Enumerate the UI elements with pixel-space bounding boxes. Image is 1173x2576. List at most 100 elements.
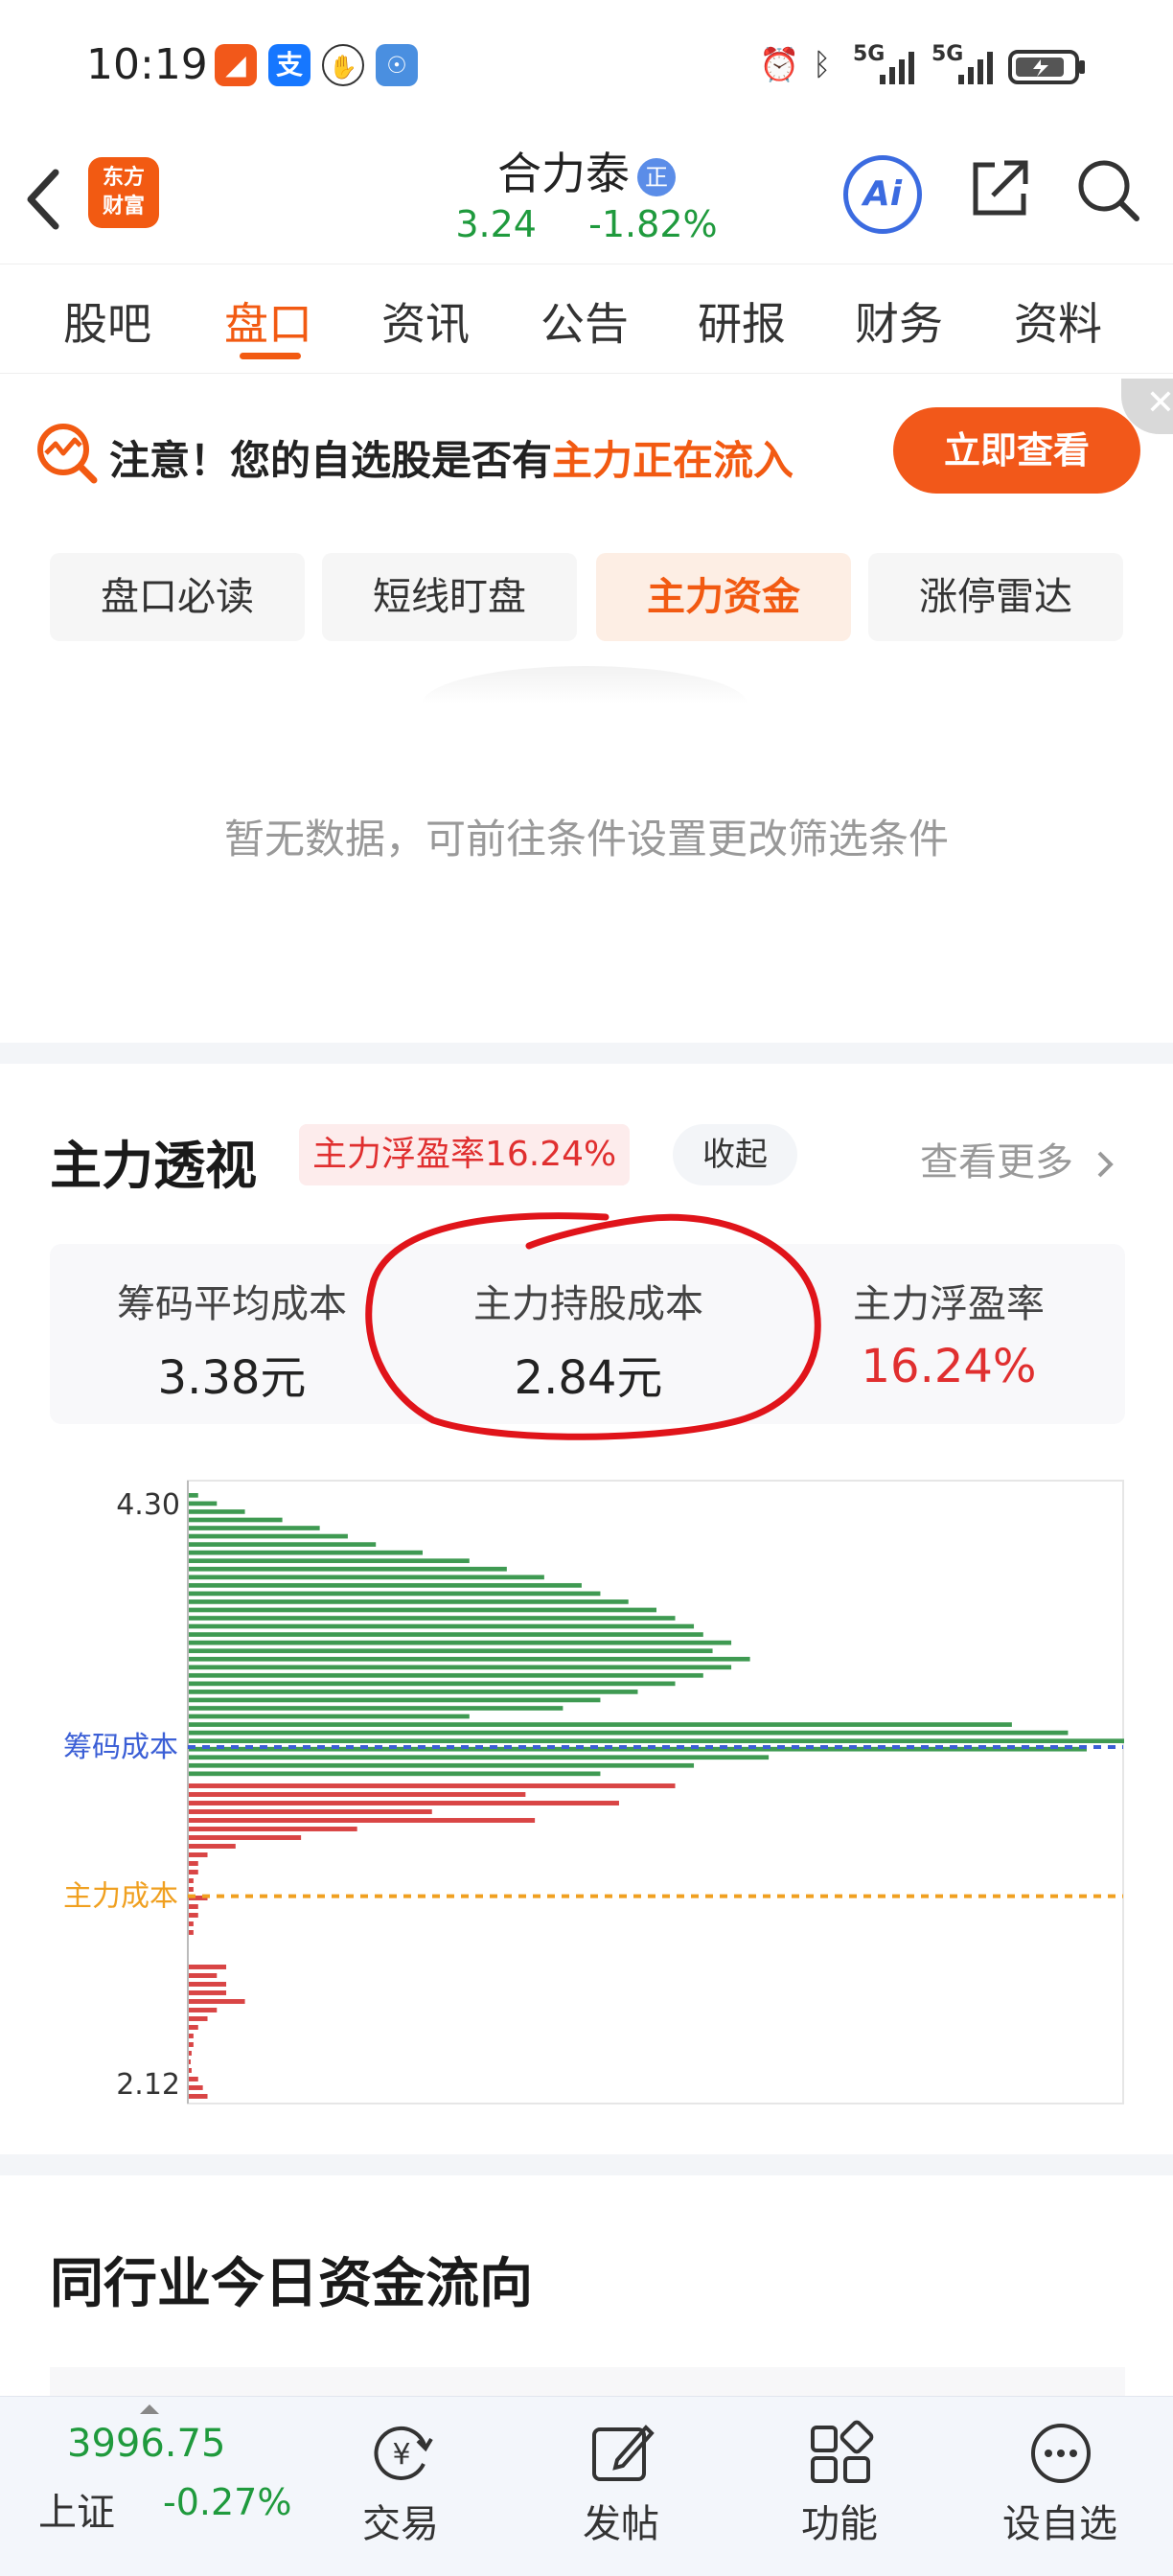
banner-text-highlight: 主力正在流入 — [552, 437, 794, 484]
hand-icon: ✋ — [322, 44, 364, 86]
red-bars-series — [189, 1783, 676, 2099]
view-more-link[interactable]: 查看更多 — [920, 1131, 1118, 1186]
alarm-icon: ⏰ — [759, 46, 800, 84]
edit-icon — [592, 2425, 655, 2481]
y-top-label: 4.30 — [116, 1488, 180, 1522]
tab-research[interactable]: 研报 — [698, 289, 786, 353]
chip-bar-red — [189, 1852, 208, 1857]
battery-icon — [1008, 50, 1085, 84]
chip-bar-red — [189, 2034, 194, 2038]
index-name: 上证 — [38, 2491, 115, 2535]
app-notification-icon: ◢ — [215, 44, 257, 86]
chip-bar-green — [189, 1591, 601, 1597]
nav-functions[interactable]: 功能 — [763, 2397, 916, 2576]
alipay-icon: 支 — [268, 44, 310, 86]
y-bottom-label: 2.12 — [116, 2068, 180, 2102]
tab-finance[interactable]: 财务 — [855, 289, 943, 353]
main-tabs: 股吧 盘口 资讯 公告 研报 财务 资料 — [0, 264, 1173, 374]
signal-2-icon — [958, 52, 993, 84]
nav-trade-label: 交易 — [362, 2502, 439, 2546]
index-widget[interactable]: 3996.75 上证 -0.27% — [0, 2397, 307, 2576]
chip-bar-green — [189, 1738, 1124, 1744]
chip-distribution-chart: 4.30 2.12 筹码成本 主力成本 — [63, 1480, 1124, 2104]
tab-active-indicator — [240, 353, 301, 359]
peer-flow-title: 同行业今日资金流向 — [50, 2253, 533, 2315]
chip-bar-red — [189, 1844, 236, 1849]
promo-banner: 注意！您的自选股是否有主力正在流入 立即查看 ✕ — [0, 379, 1173, 522]
chip-bar-green — [189, 1656, 750, 1662]
chip-bar-red — [189, 1783, 676, 1788]
subtab-short-watch[interactable]: 短线盯盘 — [322, 553, 577, 641]
main-force-title: 主力透视 — [50, 1136, 257, 1196]
tab-guba[interactable]: 股吧 — [63, 289, 151, 353]
chevron-right-icon — [1097, 1151, 1114, 1178]
nav-add-watchlist[interactable]: 设自选 — [983, 2397, 1137, 2576]
chip-bar-green — [189, 1493, 198, 1498]
status-bar: 10:19 ◢ 支 ✋ ☉ ⏰ ᛒ 5G 5G — [0, 0, 1173, 134]
chip-bar-red — [189, 1809, 432, 1814]
chip-bar-red — [189, 1861, 198, 1866]
green-bars-series — [189, 1493, 1124, 1777]
chip-bar-red — [189, 1913, 198, 1918]
bottom-nav: 3996.75 上证 -0.27% ¥ 交易 发帖 功能 设自选 — [0, 2396, 1173, 2576]
section-divider-2 — [0, 2154, 1173, 2175]
chip-bar-red — [189, 1921, 194, 1926]
chip-bar-red — [189, 2042, 194, 2047]
tab-announcements[interactable]: 公告 — [540, 289, 629, 353]
ai-button[interactable]: Ai — [843, 155, 922, 234]
nav-post[interactable]: 发帖 — [544, 2397, 698, 2576]
tab-profile[interactable]: 资料 — [1014, 289, 1102, 353]
chip-bar-red — [189, 1887, 194, 1892]
chip-bar-green — [189, 1542, 377, 1547]
chip-bar-red — [189, 2077, 198, 2082]
search-icon[interactable] — [1073, 155, 1142, 224]
chip-bar-green — [189, 1533, 348, 1539]
peer-flow-placeholder — [50, 2367, 1125, 2396]
grid-icon — [811, 2420, 874, 2483]
view-now-button[interactable]: 立即查看 — [893, 407, 1140, 494]
chip-bar-green — [189, 1623, 695, 1629]
chip-bar-green — [189, 1607, 656, 1613]
chip-bar-red — [189, 2059, 191, 2064]
index-value: 3996.75 — [67, 2422, 226, 2466]
svg-text:¥: ¥ — [392, 2438, 410, 2472]
subtab-main-funds[interactable]: 主力资金 — [596, 553, 851, 641]
chip-bar-green — [189, 1517, 283, 1523]
chip-bar-red — [189, 1965, 227, 1969]
chip-bar-red — [189, 1818, 536, 1823]
chip-bar-red — [189, 1982, 227, 1987]
empty-message: 暂无数据，可前往条件设置更改筛选条件 — [223, 816, 949, 862]
share-icon[interactable] — [966, 155, 1033, 222]
chip-bar-green — [189, 1690, 638, 1694]
tab-pankou[interactable]: 盘口 — [224, 289, 312, 353]
yen-refresh-icon: ¥ — [374, 2426, 433, 2480]
chip-bar-red — [189, 1930, 194, 1935]
trend-search-icon — [37, 424, 98, 484]
tab-news[interactable]: 资讯 — [381, 289, 470, 353]
stock-name: 合力泰 — [497, 148, 630, 199]
chip-bar-green — [189, 1501, 218, 1506]
chip-bar-green — [189, 1730, 1069, 1736]
subtab-must-read[interactable]: 盘口必读 — [50, 553, 305, 641]
status-time: 10:19 — [86, 40, 208, 89]
banner-text-main: 注意！您的自选股是否有 — [109, 437, 553, 484]
chip-bar-red — [189, 1904, 198, 1909]
chip-bar-green — [189, 1771, 601, 1777]
chip-bar-red — [189, 1870, 198, 1874]
chip-bar-green — [189, 1558, 470, 1564]
nav-trade[interactable]: ¥ 交易 — [324, 2397, 477, 2576]
stock-change: -1.82% — [588, 203, 718, 245]
chip-bar-green — [189, 1616, 676, 1621]
view-more-label: 查看更多 — [920, 1140, 1073, 1184]
avg-cost-reference-label: 筹码成本 — [63, 1731, 178, 1764]
banner-message: 注意！您的自选股是否有主力正在流入 — [109, 428, 794, 487]
subtab-limit-radar[interactable]: 涨停雷达 — [868, 553, 1123, 641]
chip-bar-red — [189, 1973, 218, 1978]
chip-bar-red — [189, 1801, 619, 1806]
main-cost-reference-label: 主力成本 — [63, 1880, 178, 1914]
collapse-button[interactable]: 收起 — [673, 1124, 797, 1185]
signal-1-icon — [880, 52, 914, 84]
chip-bar-green — [189, 1575, 544, 1580]
cert-badge: 正 — [637, 157, 676, 196]
more-circle-icon — [1031, 2424, 1091, 2483]
